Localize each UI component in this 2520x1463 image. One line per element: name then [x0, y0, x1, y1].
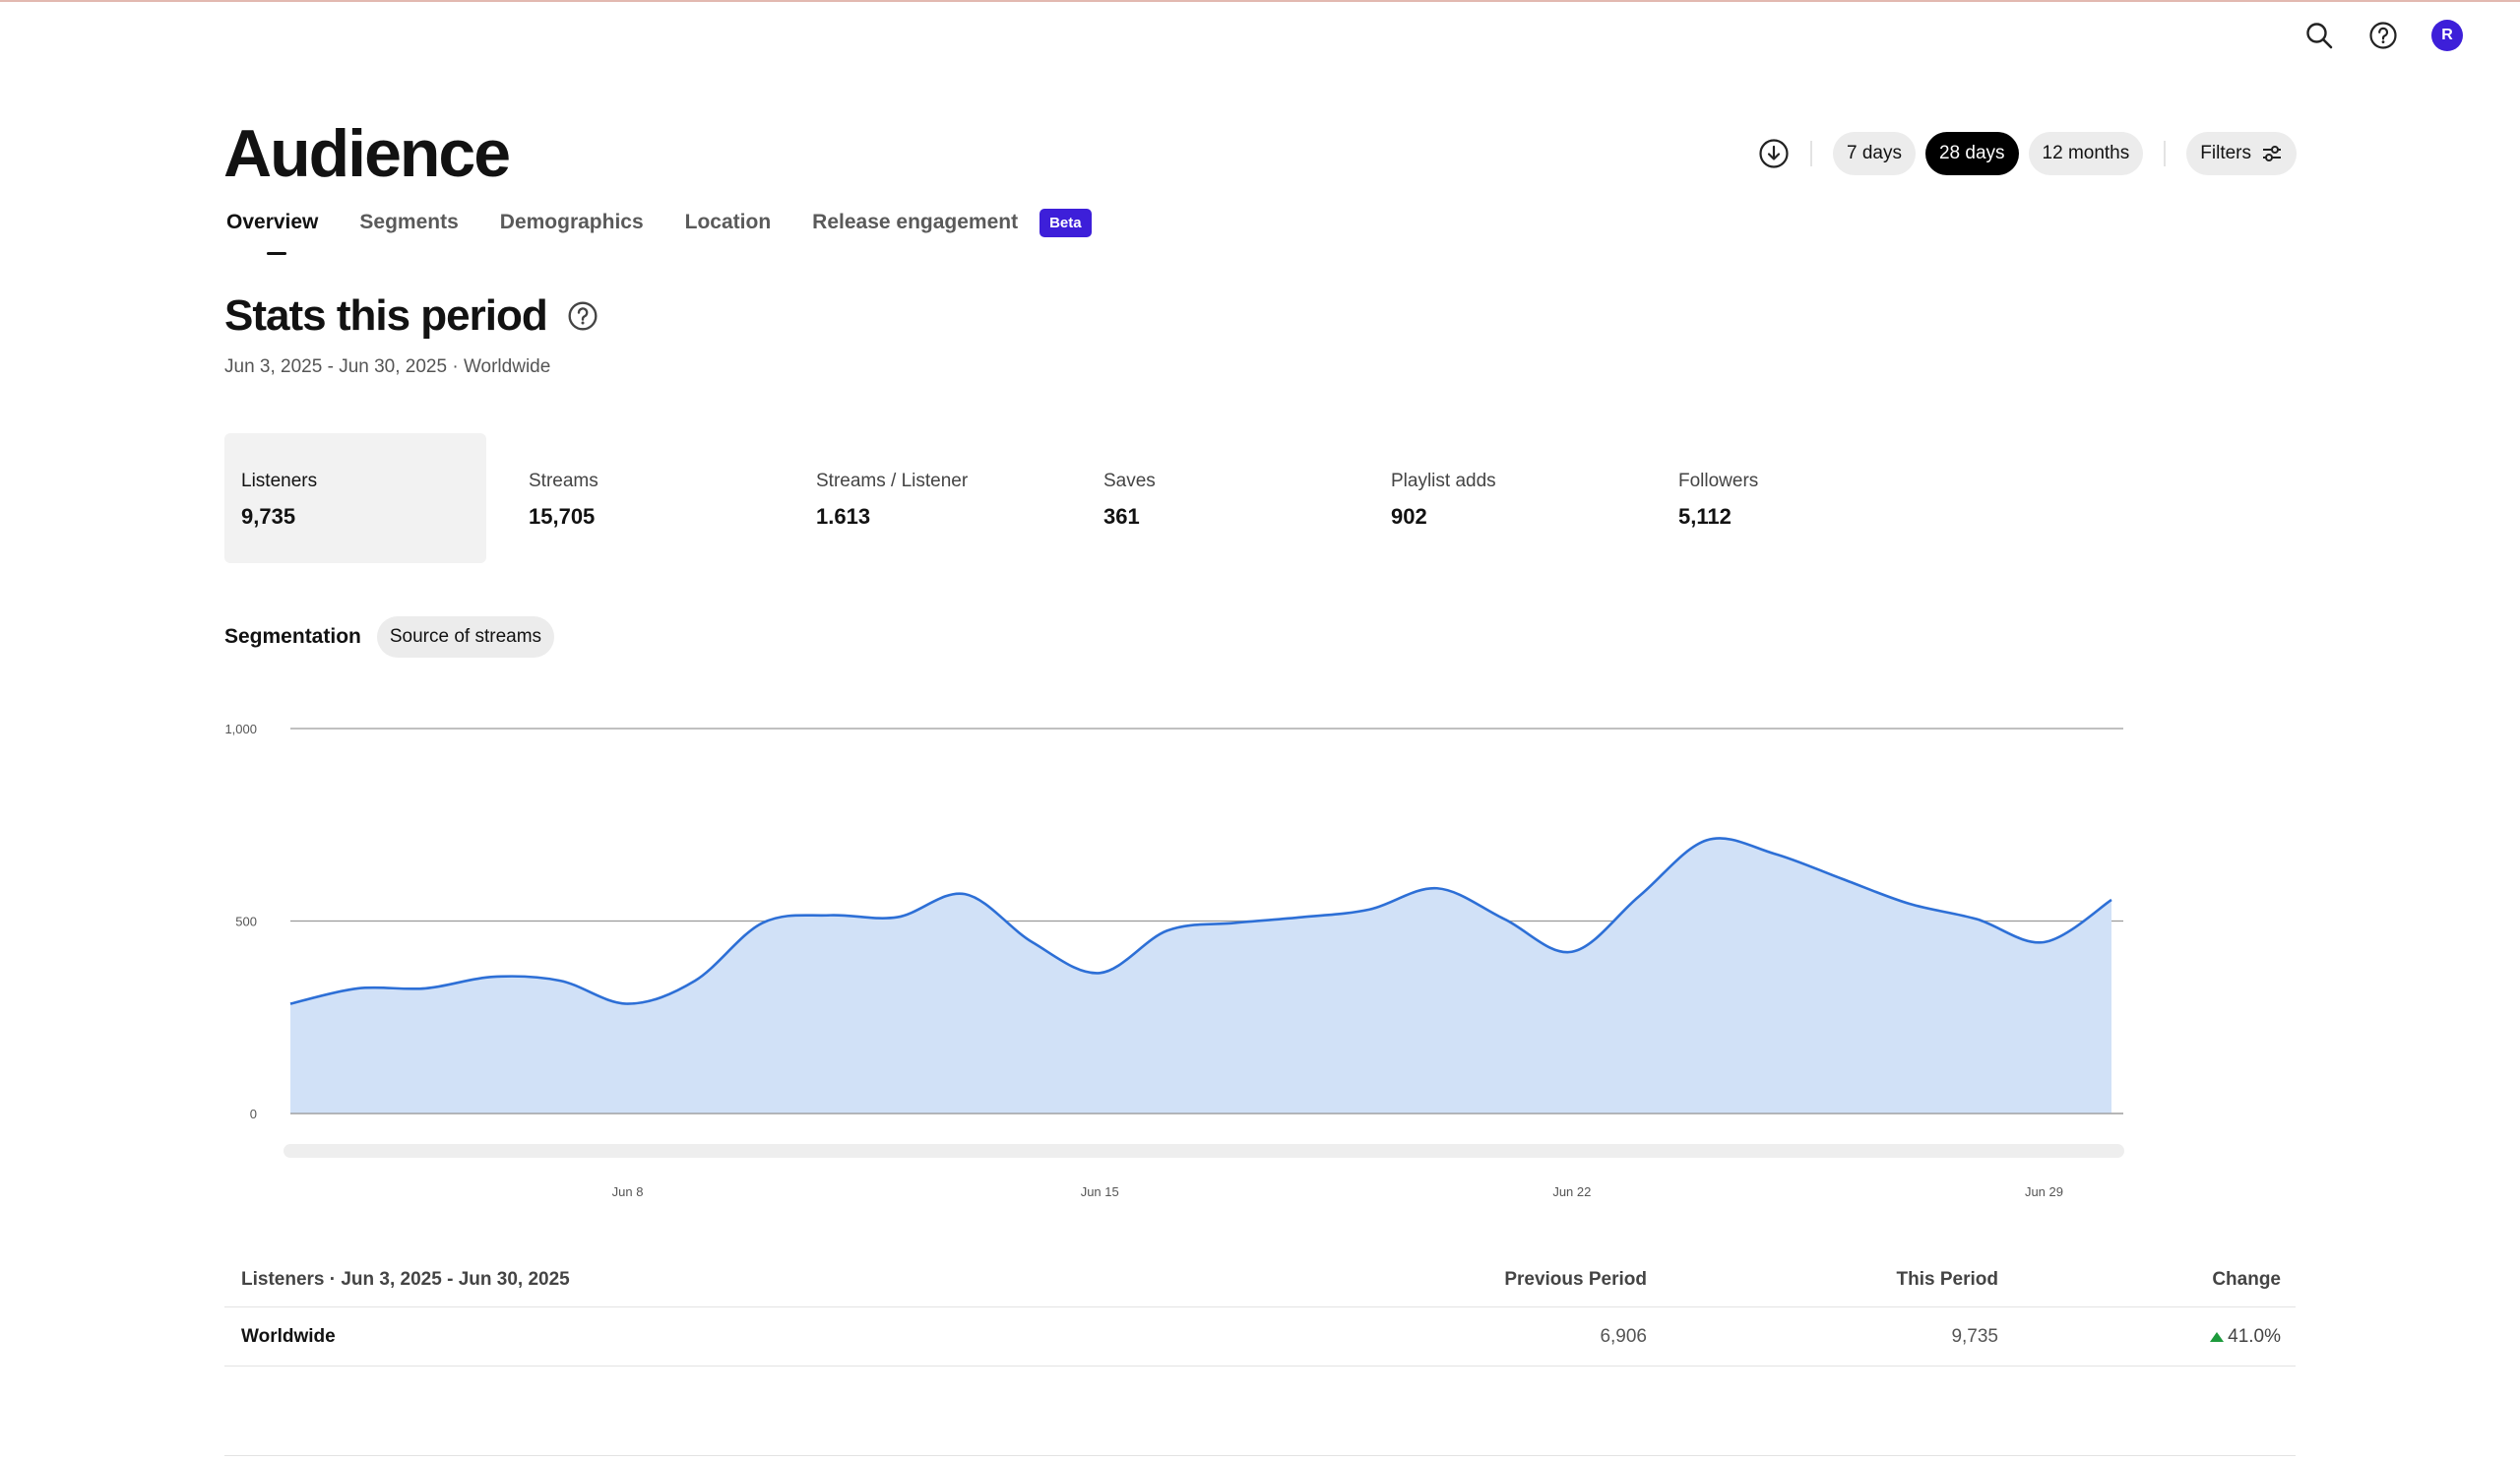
- x-tick-label: Jun 22: [1552, 1184, 1591, 1199]
- source-of-streams-chip[interactable]: Source of streams: [376, 616, 555, 658]
- page-title: Audience: [223, 116, 511, 191]
- this-period-value: 9,735: [1951, 1325, 1998, 1347]
- help-icon[interactable]: [567, 300, 598, 332]
- avatar[interactable]: R: [2431, 20, 2463, 51]
- tab-overview[interactable]: Overview: [226, 211, 318, 255]
- divider: [224, 1455, 2296, 1456]
- tab-location[interactable]: Location: [685, 211, 772, 234]
- stat-card-playlist-adds[interactable]: Playlist adds 902: [1374, 433, 1636, 563]
- listeners-area-chart: 0 500 1,000 Jun 8 Jun 15 Jun 22 Jun 29: [224, 722, 2124, 1199]
- stats-row: Listeners 9,735 Streams 15,705 Streams /…: [224, 433, 1949, 563]
- change-value: 41.0%: [1998, 1326, 2296, 1348]
- filters-label: Filters: [2200, 143, 2251, 163]
- stat-value: 361: [1103, 504, 1140, 529]
- stat-label: Streams / Listener: [816, 471, 969, 491]
- period-controls: 7 days 28 days 12 months Filters: [1758, 132, 2297, 175]
- stat-value: 9,735: [241, 504, 296, 529]
- x-tick-label: Jun 15: [1081, 1184, 1119, 1199]
- stats-section-title: Stats this period: [224, 291, 598, 341]
- table-header-label: Listeners · Jun 3, 2025 - Jun 30, 2025: [241, 1268, 570, 1290]
- divider: [1810, 141, 1812, 166]
- tab-segments[interactable]: Segments: [359, 211, 458, 234]
- stat-label: Saves: [1103, 471, 1156, 491]
- tab-demographics[interactable]: Demographics: [500, 211, 644, 234]
- stat-value: 15,705: [529, 504, 596, 529]
- change-indicator: 41.0%: [2210, 1326, 2281, 1348]
- stat-card-listeners[interactable]: Listeners 9,735: [224, 433, 486, 563]
- help-icon[interactable]: [2367, 20, 2399, 51]
- top-accent-line: [0, 0, 2520, 2]
- this-period-header: This Period: [1896, 1268, 1998, 1290]
- stat-value: 5,112: [1678, 504, 1732, 529]
- top-toolbar: R: [2303, 20, 2463, 51]
- download-icon[interactable]: [1758, 138, 1790, 169]
- period-selector: 7 days 28 days 12 months: [1833, 132, 2144, 175]
- tab-release-engagement[interactable]: Release engagement: [812, 211, 1018, 234]
- filters-button[interactable]: Filters: [2186, 132, 2297, 175]
- previous-period-value: 6,906: [1600, 1325, 1647, 1347]
- stat-value: 1.613: [816, 504, 871, 529]
- stat-label: Listeners: [241, 471, 318, 491]
- change-header: Change: [2212, 1268, 2281, 1290]
- stats-title-text: Stats this period: [224, 291, 548, 340]
- table-row: Worldwide 6,906 9,735 41.0%: [224, 1307, 2296, 1367]
- stat-label: Streams: [529, 471, 598, 491]
- up-arrow-icon: [2210, 1331, 2225, 1342]
- divider: [2164, 141, 2167, 166]
- x-tick-label: Jun 29: [2025, 1184, 2063, 1199]
- stat-card-followers[interactable]: Followers 5,112: [1662, 433, 1923, 563]
- tab-bar: Overview Segments Demographics Location …: [226, 207, 1092, 255]
- table-header: Listeners · Jun 3, 2025 - Jun 30, 2025 P…: [224, 1252, 2296, 1307]
- period-12-months-button[interactable]: 12 months: [2028, 132, 2144, 175]
- beta-badge: Beta: [1040, 208, 1092, 237]
- y-tick-label: 0: [250, 1107, 257, 1121]
- series-area: [290, 838, 2111, 1113]
- period-7-days-button[interactable]: 7 days: [1833, 132, 1916, 175]
- stat-card-saves[interactable]: Saves 361: [1087, 433, 1349, 563]
- stat-value: 902: [1391, 504, 1427, 529]
- search-icon[interactable]: [2303, 20, 2335, 51]
- segmentation-label: Segmentation: [224, 625, 361, 648]
- stat-card-streams[interactable]: Streams 15,705: [512, 433, 774, 563]
- stat-card-streams-per-listener[interactable]: Streams / Listener 1.613: [799, 433, 1061, 563]
- previous-period-header: Previous Period: [1504, 1268, 1647, 1290]
- row-name: Worldwide: [241, 1325, 336, 1347]
- y-tick-label: 1,000: [224, 722, 257, 736]
- range-scrollbar[interactable]: [284, 1144, 2124, 1158]
- sliders-icon: [2261, 143, 2283, 164]
- change-percent: 41.0%: [2228, 1325, 2281, 1347]
- stat-label: Followers: [1678, 471, 1759, 491]
- y-tick-label: 500: [235, 915, 257, 929]
- stats-subtitle: Jun 3, 2025 - Jun 30, 2025 · Worldwide: [224, 356, 551, 377]
- segmentation-bar: Segmentation Source of streams: [224, 616, 555, 658]
- x-tick-label: Jun 8: [612, 1184, 644, 1199]
- stat-label: Playlist adds: [1391, 471, 1496, 491]
- period-28-days-button[interactable]: 28 days: [1924, 132, 2019, 175]
- listeners-table: Listeners · Jun 3, 2025 - Jun 30, 2025 P…: [224, 1252, 2296, 1367]
